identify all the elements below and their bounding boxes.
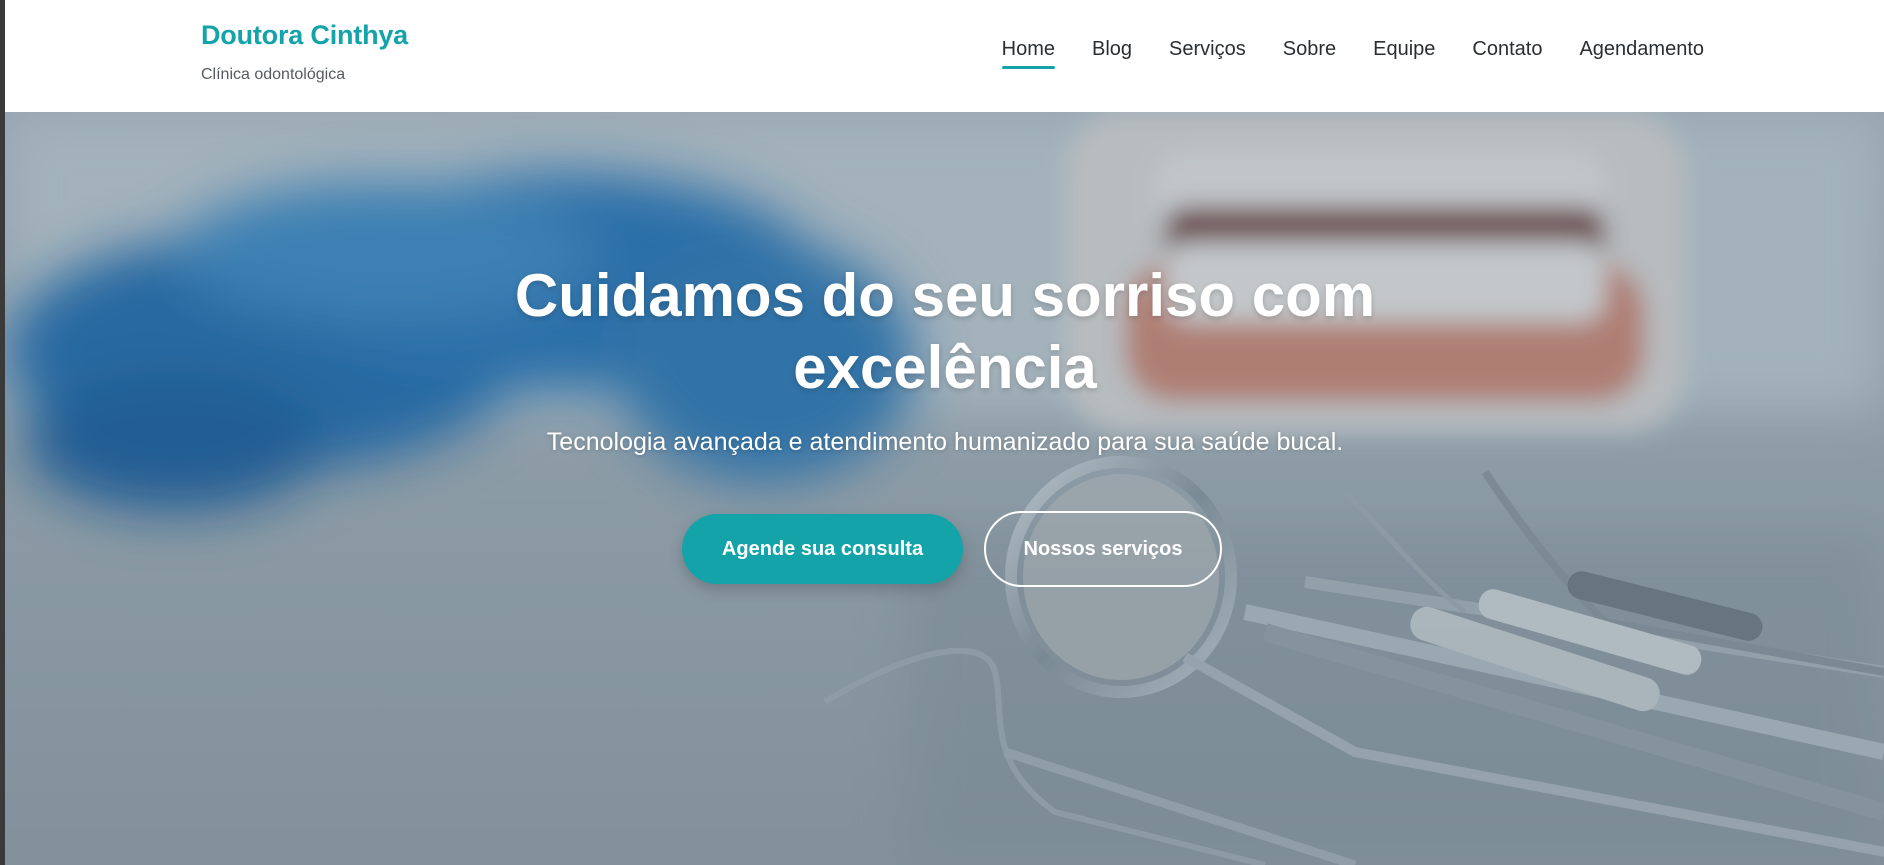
nav-item-agendamento[interactable]: Agendamento — [1579, 38, 1704, 67]
nav-item-contato[interactable]: Contato — [1472, 38, 1542, 67]
hero-content: Cuidamos do seu sorriso com excelência T… — [5, 112, 1884, 865]
brand-tagline: Clínica odontológica — [201, 66, 346, 83]
brand-logo-text[interactable]: Doutora Cinthya — [201, 20, 408, 51]
nav-item-blog[interactable]: Blog — [1092, 38, 1132, 67]
schedule-appointment-button[interactable]: Agende sua consulta — [682, 514, 963, 584]
site-header: Doutora Cinthya Clínica odontológica Hom… — [5, 0, 1884, 112]
main-nav: Home Blog Serviços Sobre Equipe Contato … — [965, 38, 1704, 69]
hero-subtitle: Tecnologia avançada e atendimento humani… — [546, 428, 1344, 456]
nav-item-equipe[interactable]: Equipe — [1373, 38, 1435, 67]
nav-item-home[interactable]: Home — [1001, 38, 1056, 69]
nav-item-servicos[interactable]: Serviços — [1169, 38, 1246, 67]
hero-title: Cuidamos do seu sorriso com excelência — [514, 262, 1376, 401]
hero-section: Cuidamos do seu sorriso com excelência T… — [5, 112, 1884, 865]
page: Doutora Cinthya Clínica odontológica Hom… — [5, 0, 1884, 865]
our-services-button[interactable]: Nossos serviços — [984, 511, 1222, 587]
nav-item-sobre[interactable]: Sobre — [1283, 38, 1336, 67]
